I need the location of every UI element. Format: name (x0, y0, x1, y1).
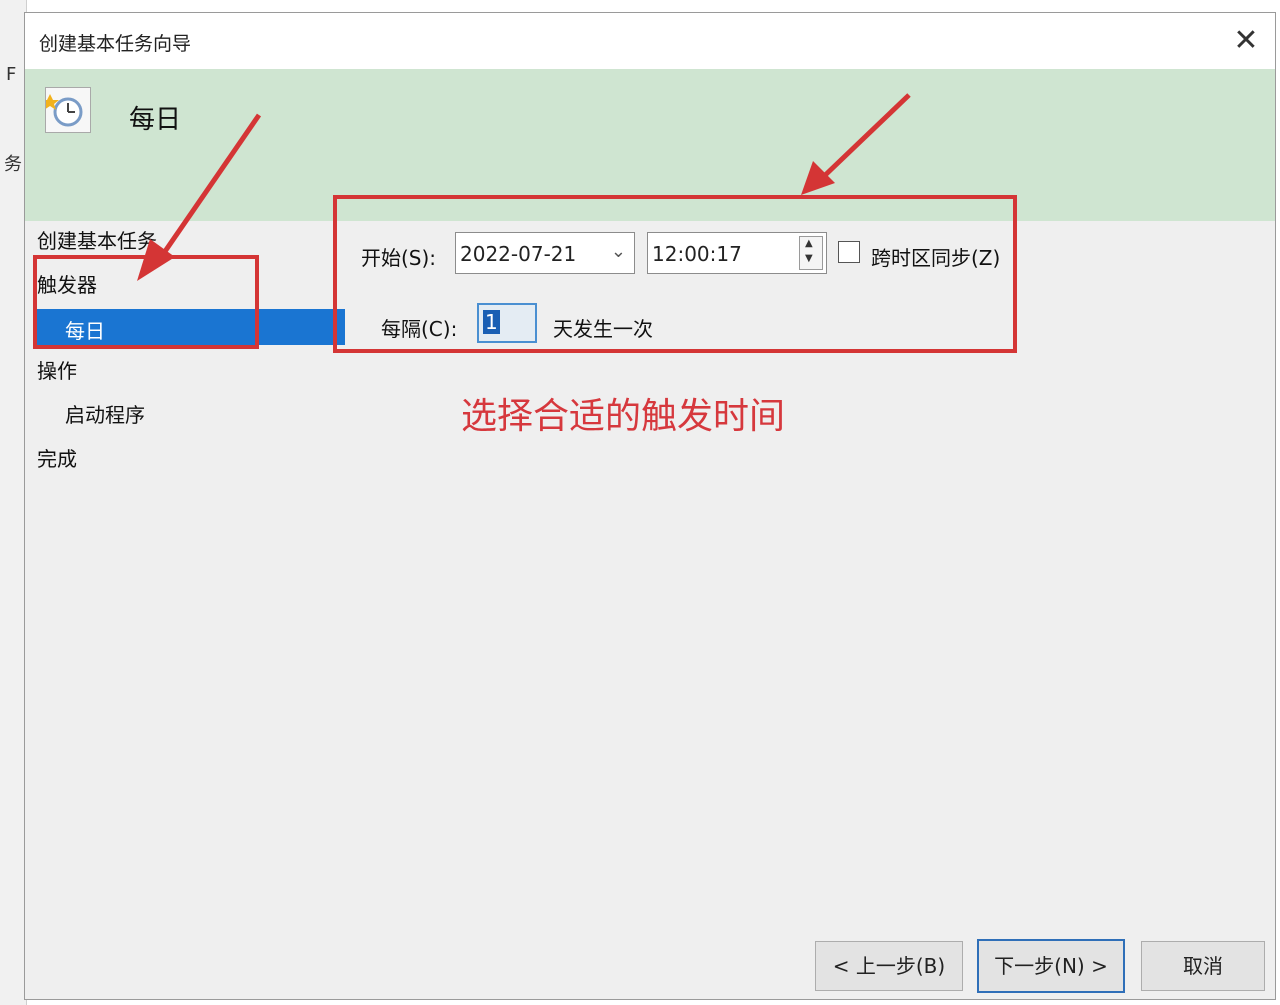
annotation-arrow-left (154, 113, 262, 265)
next-button[interactable]: 下一步(N) > (977, 939, 1125, 993)
back-button[interactable]: < 上一步(B) (815, 941, 963, 991)
create-basic-task-wizard-dialog: 创建基本任务向导 ✕ 每日 创建基本任务 触发器 每日 操作 启动程序 完成 开… (24, 12, 1276, 1000)
annotation-arrow-right (817, 93, 911, 183)
cancel-button[interactable]: 取消 (1141, 941, 1265, 991)
annotation-arrows (137, 93, 911, 281)
background-glyph: 务 (4, 154, 22, 175)
background-glyph: F (6, 64, 17, 85)
annotation-arrowhead-right (801, 161, 835, 195)
background-window-edge: F 务 (0, 0, 27, 1005)
